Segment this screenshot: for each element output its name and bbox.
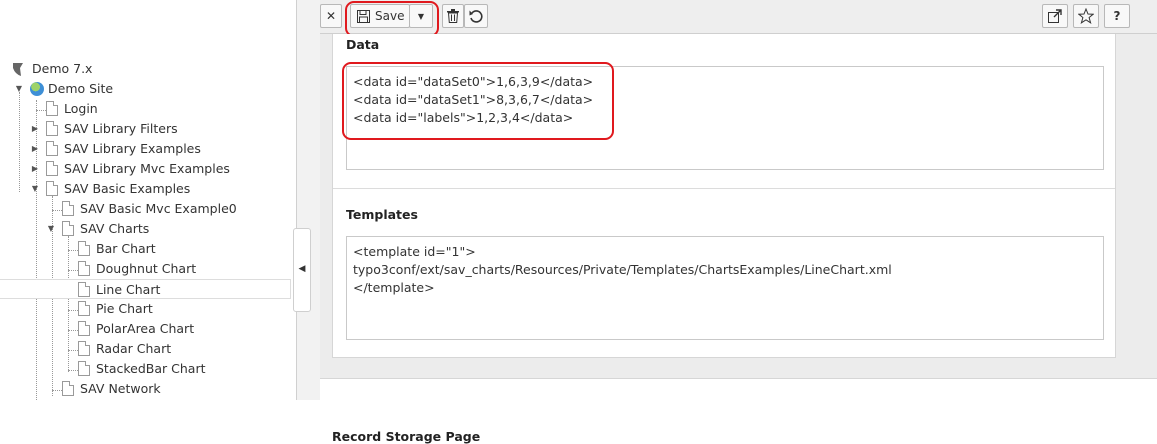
tree-item-doughnut-chart[interactable]: Doughnut Chart <box>78 259 290 279</box>
page-icon <box>78 321 90 336</box>
page-icon <box>62 381 74 396</box>
globe-icon <box>30 82 44 96</box>
page-icon <box>46 121 58 136</box>
save-highlight-annotation <box>345 1 439 37</box>
expand-toggle-icon[interactable]: ▶ <box>30 139 40 159</box>
collapse-toggle-icon[interactable]: ▼ <box>14 79 24 99</box>
expand-toggle-icon[interactable]: ▶ <box>30 119 40 139</box>
page-icon <box>78 301 90 316</box>
collapse-tree-handle[interactable]: ◀ <box>293 228 311 312</box>
typo3-logo-icon <box>13 63 23 76</box>
bookmark-button[interactable] <box>1073 4 1099 28</box>
collapse-toggle-icon[interactable]: ▼ <box>46 219 56 239</box>
delete-button[interactable] <box>442 4 464 28</box>
tree-site[interactable]: ▼ <box>14 79 214 99</box>
chevron-left-icon: ◀ <box>298 264 306 274</box>
tree-item-label: Line Chart <box>96 282 161 297</box>
tree-item-sav-basic-examples[interactable]: ▼ SAV Basic Examples <box>30 179 290 199</box>
help-icon: ? <box>1113 9 1121 23</box>
tree-item-label: Login <box>64 101 98 116</box>
tree-item-polararea-chart[interactable]: PolarArea Chart <box>78 319 290 339</box>
page-icon <box>46 101 58 116</box>
tree-item-sav-charts[interactable]: ▼ SAV Charts <box>46 219 290 239</box>
templates-textarea[interactable]: <template id="1"> typo3conf/ext/sav_char… <box>346 236 1104 340</box>
tree-item-sav-library-filters[interactable]: ▶ SAV Library Filters <box>30 119 290 139</box>
panel-separator[interactable] <box>296 0 321 400</box>
page-icon <box>78 282 90 297</box>
expand-toggle-icon[interactable]: ▶ <box>30 159 40 179</box>
tree-item-stackedbar-chart[interactable]: StackedBar Chart <box>78 359 290 379</box>
tree-item-label: SAV Library Filters <box>64 121 178 136</box>
undo-button[interactable] <box>464 4 488 28</box>
page-icon <box>78 241 90 256</box>
tree-item-label: SAV Basic Examples <box>64 181 191 196</box>
record-storage-title: Record Storage Page <box>332 429 481 444</box>
tree-item-label: SAV Network <box>80 381 161 396</box>
tree-item-label: StackedBar Chart <box>96 361 206 376</box>
tree-item-bar-chart[interactable]: Bar Chart <box>78 239 290 259</box>
page-icon <box>78 261 90 276</box>
section-divider <box>333 188 1115 189</box>
star-icon <box>1078 8 1094 24</box>
data-highlight-annotation <box>342 62 614 140</box>
tree-item-label: SAV Basic Mvc Example0 <box>80 201 237 216</box>
page-icon <box>62 221 74 236</box>
record-storage-section: Record Storage Page <box>320 378 1157 444</box>
tree-item-pie-chart[interactable]: Pie Chart <box>78 299 290 319</box>
open-new-window-button[interactable] <box>1042 4 1068 28</box>
tree-item-sav-library-examples[interactable]: ▶ SAV Library Examples <box>30 139 290 159</box>
tree-item-label: Radar Chart <box>96 341 172 356</box>
tree-item-label: Pie Chart <box>96 301 153 316</box>
tree-item-sav-library-mvc-examples[interactable]: ▶ SAV Library Mvc Examples <box>30 159 290 179</box>
docheader-toolbar: ✕ Save ▼ ? <box>320 0 1157 34</box>
tree-item-label: SAV Library Examples <box>64 141 201 156</box>
data-section-title: Data <box>346 37 380 52</box>
tree-item-login[interactable]: Login <box>46 99 286 119</box>
page-tree: Demo 7.x ▼ Demo Site Login ▶ SAV Library… <box>0 0 296 400</box>
tree-item-label: SAV Charts <box>80 221 150 236</box>
close-button[interactable]: ✕ <box>320 4 342 28</box>
tree-site-label: Demo Site <box>48 81 114 96</box>
tree-item-line-chart[interactable]: Line Chart <box>0 279 291 299</box>
page-icon <box>46 161 58 176</box>
trash-icon <box>447 9 459 23</box>
page-icon <box>78 341 90 356</box>
undo-icon <box>469 10 483 23</box>
tree-item-label: Doughnut Chart <box>96 261 197 276</box>
templates-section-title: Templates <box>346 207 418 222</box>
close-icon: ✕ <box>325 9 337 23</box>
page-icon <box>46 141 58 156</box>
tree-item-sav-basic-mvc-example0[interactable]: SAV Basic Mvc Example0 <box>62 199 290 219</box>
tree-item-sav-network[interactable]: SAV Network <box>62 379 290 399</box>
tree-item-label: PolarArea Chart <box>96 321 195 336</box>
page-icon <box>78 361 90 376</box>
tree-root-label: Demo 7.x <box>32 61 93 76</box>
tree-item-label: Bar Chart <box>96 241 156 256</box>
collapse-toggle-icon[interactable]: ▼ <box>30 179 40 199</box>
help-button[interactable]: ? <box>1104 4 1130 28</box>
page-icon <box>46 181 58 196</box>
tree-item-label: SAV Library Mvc Examples <box>64 161 230 176</box>
page-icon <box>62 201 74 216</box>
tree-item-radar-chart[interactable]: Radar Chart <box>78 339 290 359</box>
external-link-icon <box>1048 9 1062 23</box>
